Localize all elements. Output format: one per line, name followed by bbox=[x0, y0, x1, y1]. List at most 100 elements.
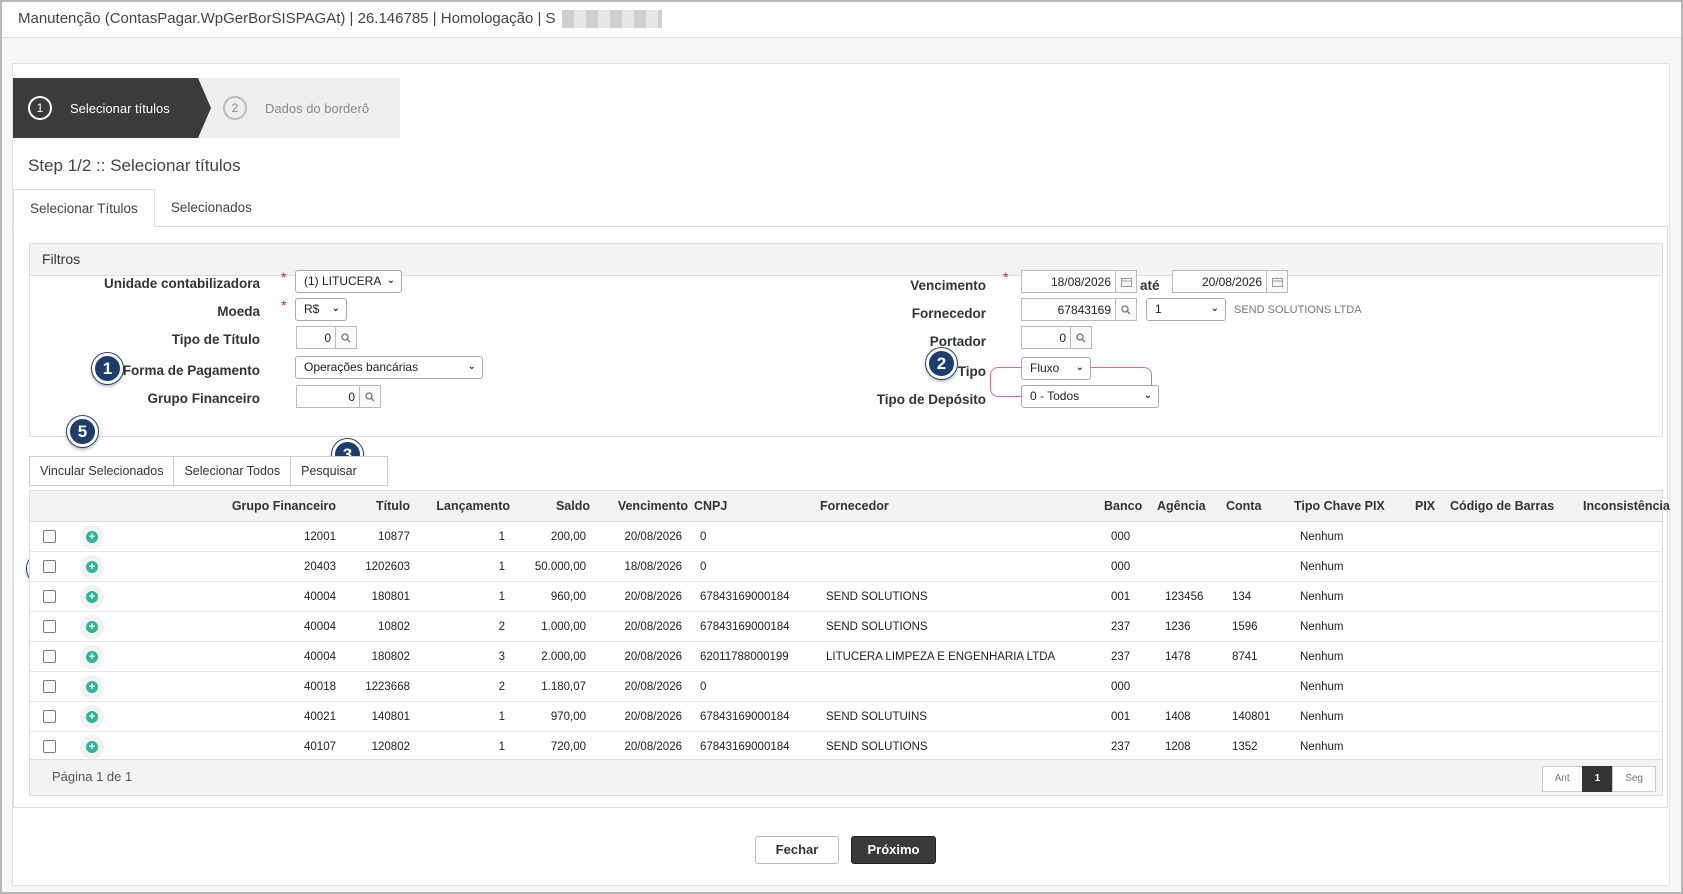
cell-tipo-chave-pix: Nenhum bbox=[1300, 681, 1344, 693]
wizard-steps: 1 Selecionar títulos 2 Dados do borderô bbox=[13, 78, 400, 138]
tipo-select[interactable]: Fluxo ⌄ bbox=[1021, 357, 1091, 380]
row-checkbox[interactable] bbox=[43, 710, 56, 723]
vencimento-from-input[interactable]: 18/08/2026 bbox=[1021, 270, 1116, 293]
forma-pagamento-select[interactable]: Operações bancárias ⌄ bbox=[295, 356, 483, 379]
row-checkbox[interactable] bbox=[43, 680, 56, 693]
wizard-step-2[interactable]: 2 Dados do borderô bbox=[223, 78, 369, 138]
selecionar-todos-button[interactable]: Selecionar Todos bbox=[173, 456, 292, 486]
cell-titulo: 120802 bbox=[371, 741, 410, 753]
cell-agencia: 123456 bbox=[1165, 591, 1204, 603]
cell-vencimento: 20/08/2026 bbox=[624, 531, 682, 543]
add-row-button[interactable]: + bbox=[80, 675, 104, 699]
col-tipo-chave-pix[interactable]: Tipo Chave PIX bbox=[1294, 499, 1385, 513]
pesquisar-button[interactable]: Pesquisar bbox=[290, 456, 388, 486]
grupo-financeiro-lookup-button[interactable] bbox=[359, 385, 381, 408]
fechar-button[interactable]: Fechar bbox=[755, 836, 839, 864]
unidade-label: Unidade contabilizadora bbox=[103, 276, 260, 291]
fornecedor-sub-select[interactable]: 1 ⌄ bbox=[1146, 298, 1226, 321]
row-checkbox[interactable] bbox=[43, 620, 56, 633]
cell-saldo: 720,00 bbox=[550, 741, 586, 753]
next-page-button[interactable]: Seg bbox=[1612, 766, 1656, 792]
grupo-financeiro-input[interactable]: 0 bbox=[296, 385, 360, 408]
chevron-down-icon: ⌄ bbox=[386, 275, 395, 286]
table-row[interactable]: +20403 1202603 1 50.000,00 18/08/2026 0 000 Nen… bbox=[30, 552, 1662, 582]
tipo-deposito-select[interactable]: 0 - Todos ⌄ bbox=[1021, 385, 1159, 408]
add-row-button[interactable]: + bbox=[80, 645, 104, 669]
page-1-button[interactable]: 1 bbox=[1581, 766, 1614, 792]
cell-fornecedor: SEND SOLUTIONS bbox=[826, 741, 928, 753]
tab-selecionados[interactable]: Selecionados bbox=[155, 189, 268, 227]
unidade-select[interactable]: (1) LITUCERA ⌄ bbox=[295, 270, 402, 293]
col-lancamento[interactable]: Lançamento bbox=[410, 499, 510, 513]
add-row-button[interactable]: + bbox=[80, 525, 104, 549]
tipo-titulo-label: Tipo de Título bbox=[171, 332, 260, 347]
col-cnpj[interactable]: CNPJ bbox=[694, 499, 727, 513]
prev-page-button[interactable]: Ant bbox=[1541, 766, 1583, 792]
cell-tipo-chave-pix: Nenhum bbox=[1300, 711, 1344, 723]
row-checkbox[interactable] bbox=[43, 560, 56, 573]
wizard-step-1[interactable]: 1 Selecionar títulos bbox=[13, 78, 211, 138]
portador-input[interactable]: 0 bbox=[1021, 326, 1071, 349]
moeda-select[interactable]: R$ ⌄ bbox=[295, 298, 347, 321]
cell-fornecedor: SEND SOLUTIONS bbox=[826, 621, 928, 633]
row-checkbox[interactable] bbox=[43, 530, 56, 543]
plus-icon: + bbox=[86, 621, 98, 633]
table-row[interactable]: +12001 10877 1 200,00 20/08/2026 0 000 Nenhum bbox=[30, 522, 1662, 552]
row-checkbox[interactable] bbox=[43, 590, 56, 603]
col-conta[interactable]: Conta bbox=[1226, 499, 1261, 513]
vencimento-to-input[interactable]: 20/08/2026 bbox=[1172, 270, 1267, 293]
add-row-button[interactable]: + bbox=[80, 555, 104, 579]
fornecedor-code-input[interactable]: 67843169 bbox=[1021, 298, 1116, 321]
tipo-titulo-input[interactable]: 0 bbox=[296, 326, 336, 349]
page-info: Página 1 de 1 bbox=[52, 769, 133, 784]
portador-lookup-button[interactable] bbox=[1070, 326, 1092, 349]
cell-banco: 000 bbox=[1111, 531, 1131, 543]
fornecedor-lookup-button[interactable] bbox=[1115, 298, 1137, 321]
col-codigo-barras[interactable]: Código de Barras bbox=[1450, 499, 1554, 513]
page-title: Step 1/2 :: Selecionar títulos bbox=[28, 156, 241, 175]
step-label: Selecionar títulos bbox=[70, 100, 170, 116]
grid-footer: Página 1 de 1 Ant 1 Seg bbox=[30, 759, 1662, 795]
cell-vencimento: 20/08/2026 bbox=[624, 681, 682, 693]
add-row-button[interactable]: + bbox=[80, 615, 104, 639]
proximo-button[interactable]: Próximo bbox=[851, 836, 936, 864]
calendar-button[interactable] bbox=[1115, 270, 1137, 293]
col-pix[interactable]: PIX bbox=[1415, 499, 1435, 513]
vincular-selecionados-button[interactable]: Vincular Selecionados bbox=[29, 456, 175, 486]
step-number: 1 bbox=[28, 96, 52, 120]
add-row-button[interactable]: + bbox=[80, 585, 104, 609]
plus-icon: + bbox=[86, 591, 98, 603]
required-marker: * bbox=[1003, 269, 1009, 285]
cell-vencimento: 20/08/2026 bbox=[624, 711, 682, 723]
calendar-button[interactable] bbox=[1266, 270, 1288, 293]
col-grupo-financeiro[interactable]: Grupo Financeiro bbox=[200, 499, 336, 513]
col-vencimento[interactable]: Vencimento bbox=[590, 499, 688, 513]
cell-saldo: 2.000,00 bbox=[541, 651, 586, 663]
col-agencia[interactable]: Agência bbox=[1157, 499, 1206, 513]
tab-selecionar-titulos[interactable]: Selecionar Títulos bbox=[13, 189, 155, 227]
tipo-titulo-lookup-button[interactable] bbox=[335, 326, 357, 349]
table-row[interactable]: +40004 180802 3 2.000,00 20/08/2026 620117880… bbox=[30, 642, 1662, 672]
pagination: Ant 1 Seg bbox=[1541, 766, 1656, 792]
table-row[interactable]: +40107 120802 1 720,00 20/08/2026 67843169000… bbox=[30, 732, 1662, 762]
plus-icon: + bbox=[86, 561, 98, 573]
col-fornecedor[interactable]: Fornecedor bbox=[820, 499, 889, 513]
row-checkbox[interactable] bbox=[43, 740, 56, 753]
table-row[interactable]: +40018 1223668 2 1.180,07 20/08/2026 0 000 Nenh… bbox=[30, 672, 1662, 702]
add-row-button[interactable]: + bbox=[80, 735, 104, 759]
callout-1: 1 bbox=[92, 353, 123, 384]
col-saldo[interactable]: Saldo bbox=[520, 499, 590, 513]
cell-titulo: 10877 bbox=[378, 531, 410, 543]
table-row[interactable]: +40004 10802 2 1.000,00 20/08/2026 6784316900… bbox=[30, 612, 1662, 642]
callout-2: 2 bbox=[926, 348, 957, 379]
table-row[interactable]: +40004 180801 1 960,00 20/08/2026 67843169000… bbox=[30, 582, 1662, 612]
add-row-button[interactable]: + bbox=[80, 705, 104, 729]
cell-titulo: 1223668 bbox=[365, 681, 410, 693]
cell-conta: 140801 bbox=[1232, 711, 1271, 723]
cell-cnpj: 67843169000184 bbox=[700, 591, 790, 603]
row-checkbox[interactable] bbox=[43, 650, 56, 663]
col-inconsistencia[interactable]: Inconsistência bbox=[1583, 499, 1670, 513]
col-titulo[interactable]: Título bbox=[350, 499, 410, 513]
col-banco[interactable]: Banco bbox=[1104, 499, 1142, 513]
table-row[interactable]: +40021 140801 1 970,00 20/08/2026 67843169000… bbox=[30, 702, 1662, 732]
